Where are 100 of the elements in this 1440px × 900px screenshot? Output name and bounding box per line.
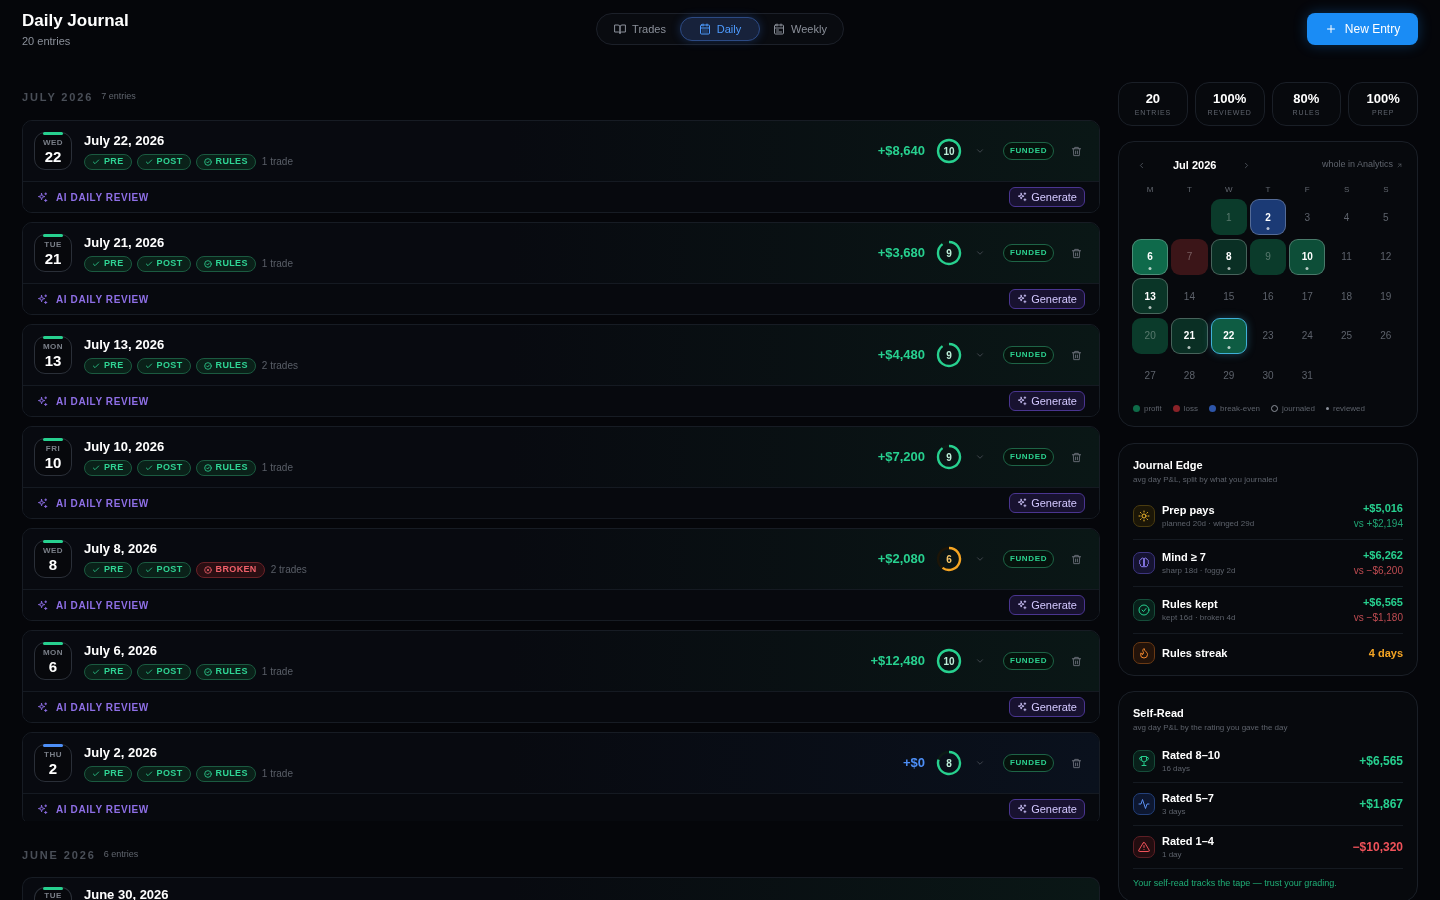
view-tab[interactable]: Daily [680,17,760,41]
day-cell[interactable]: 22 [1210,317,1247,354]
sparkle-icon [37,293,48,305]
weekday-label: MON [42,647,64,657]
day-pnl: +$7,200 [877,448,925,467]
entry-card[interactable]: TUE 21 July 21, 2026 PRE POST RULES 1 trade +$3,680 9 FUNDED AI DAILY REVIEW Generate [22,222,1100,315]
view-tab[interactable]: Weekly [760,17,840,41]
new-entry-button[interactable]: New Entry [1307,13,1418,45]
result-bar [43,132,63,135]
trade-count: 2 trades [261,359,298,373]
day-cell[interactable]: 21 [1171,317,1208,354]
generate-button[interactable]: Generate [1009,289,1085,309]
day-number: 21 [44,250,62,267]
entry-card[interactable]: MON 13 July 13, 2026 PRE POST RULES 2 trades +$4,480 9 FUNDED AI DAILY REVIEW Generate [22,324,1100,417]
chevron-down-icon[interactable] [975,758,985,768]
tag-label: POST [156,664,183,678]
day-cell[interactable]: 28 [1171,357,1208,393]
legend-label: break-even [1220,404,1261,413]
weekday-header: F [1304,184,1310,195]
entry-date: July 22, 2026 [84,132,166,149]
generate-button[interactable]: Generate [1009,187,1085,207]
sparkle-icon [1017,804,1028,814]
entry-card[interactable]: FRI 10 July 10, 2026 PRE POST RULES 1 trade +$7,200 9 FUNDED AI DAILY REVIEW Generate [22,426,1100,519]
trash-icon[interactable] [1071,349,1082,361]
trash-icon[interactable] [1071,553,1082,565]
review-label: AI DAILY REVIEW [56,496,149,511]
comparison-value: vs −$6,200 [1353,565,1403,577]
day-cell[interactable]: 26 [1367,317,1404,354]
day-cell[interactable]: 10 [1289,238,1326,275]
trash-icon[interactable] [1071,247,1082,259]
sparkle-icon [1017,192,1028,202]
day-cell[interactable]: 17 [1289,278,1326,314]
view-tab[interactable]: Trades [600,17,680,41]
day-cell[interactable]: 27 [1132,357,1169,393]
trash-icon[interactable] [1071,757,1082,769]
generate-button[interactable]: Generate [1009,697,1085,717]
trash-icon[interactable] [1071,145,1082,157]
trade-count: 1 trade [261,257,293,271]
chevron-down-icon[interactable] [975,656,985,666]
day-number: 8 [48,556,58,573]
day-cell[interactable]: 12 [1367,238,1404,275]
generate-button[interactable]: Generate [1009,391,1085,411]
weekday-header: T [1265,184,1271,195]
day-cell[interactable]: 13 [1132,278,1169,314]
day-cell[interactable]: 18 [1328,278,1365,314]
day-cell[interactable]: 6 [1132,238,1169,275]
day-cell[interactable]: 19 [1367,278,1404,314]
trash-icon[interactable] [1071,451,1082,463]
entry-card[interactable]: MON 6 July 6, 2026 PRE POST RULES 1 trade +$12,480 10 FUNDED AI DAILY REVIEW Generate [22,630,1100,723]
day-cell[interactable]: 31 [1289,357,1326,393]
chevron-down-icon[interactable] [975,350,985,360]
chevron-down-icon[interactable] [975,554,985,564]
day-cell[interactable]: 5 [1367,199,1404,235]
day-cell[interactable]: 20 [1132,317,1169,354]
chevron-down-icon[interactable] [975,248,985,258]
row-value: 4 days [1368,646,1403,660]
tag-label: RULES [215,460,248,474]
entry-card[interactable]: WED 22 July 22, 2026 PRE POST RULES 1 trade +$8,640 10 FUNDED AI DAILY REVIEW Generate [22,120,1100,213]
day-cell[interactable]: 29 [1210,357,1247,393]
stat-value: 80% [1293,91,1320,106]
entry-card[interactable]: THU 2 July 2, 2026 PRE POST RULES 1 trade +$0 8 FUNDED AI DAILY REVIEW Generate [22,732,1100,821]
row-title: Rated 5–7 [1162,791,1214,805]
review-label: AI DAILY REVIEW [56,700,149,715]
day-cell[interactable]: 23 [1249,317,1287,354]
check-icon [144,565,153,574]
day-number: 22 [44,148,62,165]
day-cell[interactable]: 16 [1249,278,1287,314]
chevron-down-icon[interactable] [975,146,985,156]
review-label: AI DAILY REVIEW [56,190,149,205]
trade-count: 1 trade [261,155,293,169]
check-circle-icon [203,157,212,166]
rating-value: 8 [946,757,952,769]
sparkle-icon [37,497,48,509]
day-cell[interactable]: 8 [1210,238,1247,275]
chevron-down-icon[interactable] [975,452,985,462]
day-cell[interactable]: 2 [1249,199,1287,235]
row-detail: 16 days [1162,763,1192,774]
day-cell[interactable]: 1 [1210,199,1247,235]
day-cell[interactable]: 3 [1289,199,1326,235]
trash-icon[interactable] [1071,655,1082,667]
entry-card[interactable]: WED 8 July 8, 2026 PRE POST BROKEN 2 trades +$2,080 6 FUNDED AI DAILY REVIEW Generate [22,528,1100,621]
sparkle-icon [1017,294,1028,304]
day-cell[interactable]: 24 [1289,317,1326,354]
tag-label: PRE [104,664,124,678]
day-cell[interactable]: 4 [1328,199,1365,235]
chevron-left-icon[interactable] [1137,160,1146,170]
day-cell[interactable]: 25 [1328,317,1365,354]
day-number: 2 [48,760,58,777]
weekday-header: S [1383,184,1389,195]
analytics-link[interactable]: whole in Analytics [1321,158,1403,172]
day-cell[interactable]: 11 [1328,238,1365,275]
generate-button[interactable]: Generate [1009,799,1085,819]
day-cell[interactable]: 15 [1210,278,1247,314]
generate-button[interactable]: Generate [1009,493,1085,513]
weekday-label: TUE [44,239,62,249]
day-cell[interactable]: 30 [1249,357,1287,393]
generate-button[interactable]: Generate [1009,595,1085,615]
row-title: Rules kept [1162,597,1219,611]
check-circle-icon [203,361,212,370]
day-cell[interactable]: 14 [1171,278,1208,314]
